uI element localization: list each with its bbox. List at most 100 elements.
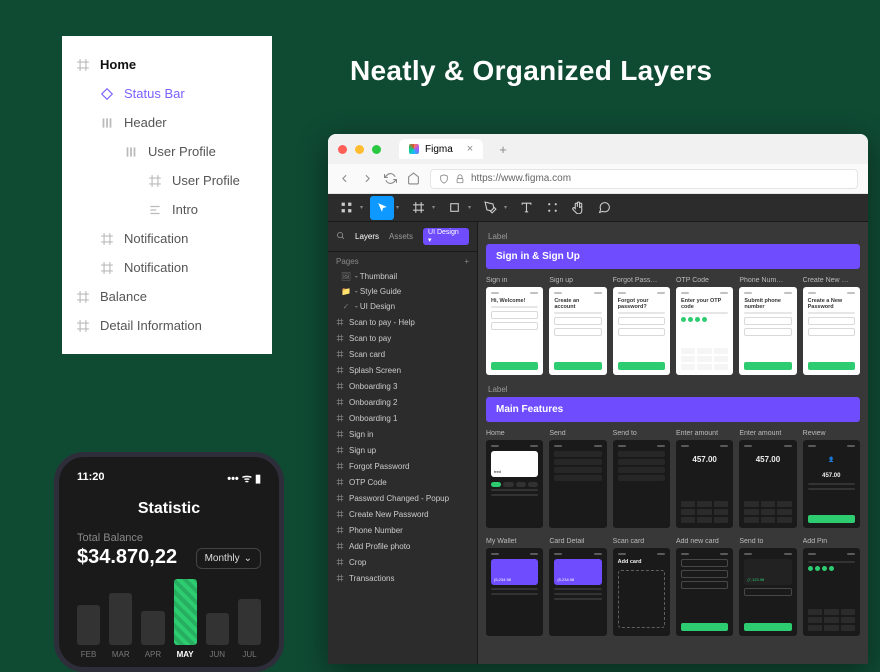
url-input[interactable]: https://www.figma.com [430,169,858,189]
menu-tool[interactable] [334,196,358,220]
reload-icon[interactable] [384,172,397,185]
layer-row[interactable]: Home [62,50,272,79]
page-icon: 🖼 [342,273,350,281]
frame-label: Create New Password [349,510,429,519]
frame-tool[interactable] [406,196,430,220]
page-item[interactable]: ✓- UI Design [328,299,477,314]
window-close-icon[interactable] [338,145,347,154]
search-icon[interactable] [336,231,345,242]
artboard[interactable] [613,440,670,528]
layer-row[interactable]: User Profile [62,166,272,195]
layer-row[interactable]: User Profile [62,137,272,166]
artboard[interactable]: 457.00 [739,440,796,528]
frame-title: Scan card [613,538,670,545]
artboard[interactable]: Enter your OTP code [676,287,733,375]
browser-tab[interactable]: Figma × [399,139,483,159]
section-header: Sign in & Sign Up [486,244,860,269]
frame-icon [336,558,344,566]
artboard[interactable]: (5,234.98 [549,548,606,636]
url-text: https://www.figma.com [471,173,571,184]
artboard[interactable]: Forgot your password? [613,287,670,375]
pen-tool[interactable] [478,196,502,220]
chevron-down-icon: ⌄ [244,553,252,564]
back-icon[interactable] [338,172,351,185]
layer-row[interactable]: Notification [62,224,272,253]
layer-row[interactable]: Detail Information [62,311,272,340]
frame-item[interactable]: Sign up [328,442,477,458]
home-icon[interactable] [407,172,420,185]
frame-item[interactable]: Scan to pay [328,330,477,346]
frame-item[interactable]: Scan to pay - Help [328,314,477,330]
frame-icon [336,382,344,390]
layer-row[interactable]: Intro [62,195,272,224]
frame-item[interactable]: Transactions [328,570,477,586]
artboard[interactable]: tred [486,440,543,528]
frame-item[interactable]: Onboarding 1 [328,410,477,426]
frame-title: Review [803,430,860,437]
text-tool[interactable] [514,196,538,220]
frame-icon [336,478,344,486]
layers-tab[interactable]: Layers [355,232,379,241]
frame-title: Send to [739,538,796,545]
bar-col: MAR [109,593,132,659]
close-tab-icon[interactable]: × [467,143,473,155]
artboard[interactable]: (5,234.98 [486,548,543,636]
window-minimize-icon[interactable] [355,145,364,154]
bar [206,613,229,645]
page-item[interactable]: 🖼 - Thumbnail [328,269,477,284]
pages-label: Pages [336,257,359,266]
page-label: - UI Design [355,302,395,311]
frame-item[interactable]: Forgot Password [328,458,477,474]
comment-tool[interactable] [592,196,616,220]
period-dropdown[interactable]: Monthly ⌄ [196,548,261,569]
artboard[interactable]: Hi, Welcome! [486,287,543,375]
artboard[interactable]: Create an account [549,287,606,375]
artboard[interactable]: Submit phone number [739,287,796,375]
artboard[interactable]: (7,123.98 [739,548,796,636]
artboard[interactable] [549,440,606,528]
frame-item[interactable]: Phone Number [328,522,477,538]
artboard[interactable]: 👤457.00 [803,440,860,528]
artboard[interactable]: Create a New Password [803,287,860,375]
frame-item[interactable]: Onboarding 3 [328,378,477,394]
frame-label: Phone Number [349,526,403,535]
lock-icon [455,174,465,184]
frame-item[interactable]: Onboarding 2 [328,394,477,410]
hand-tool[interactable] [566,196,590,220]
window-zoom-icon[interactable] [372,145,381,154]
frame-title: Enter amount [676,430,733,437]
frame-item[interactable]: Scan card [328,346,477,362]
artboard[interactable] [676,548,733,636]
layer-label: User Profile [148,144,216,159]
balance-value: $34.870,22 [77,546,177,569]
frame-label: OTP Code [349,478,387,487]
frame-item[interactable]: OTP Code [328,474,477,490]
layer-row[interactable]: Status Bar [62,79,272,108]
layer-row[interactable]: Balance [62,282,272,311]
frame-item[interactable]: Splash Screen [328,362,477,378]
layer-row[interactable]: Header [62,108,272,137]
phone-time: 11:20 [77,471,105,486]
frame-item[interactable]: Password Changed - Popup [328,490,477,506]
frame-item[interactable]: Sign in [328,426,477,442]
new-tab-button[interactable]: + [499,142,507,157]
frame-item[interactable]: Crop [328,554,477,570]
add-page-button[interactable]: + [464,257,469,266]
artboard[interactable]: Add card [613,548,670,636]
shape-tool[interactable] [442,196,466,220]
frame-item[interactable]: Create New Password [328,506,477,522]
forward-icon[interactable] [361,172,374,185]
page-item[interactable]: 📁- Style Guide [328,284,477,299]
page-label: - Thumbnail [355,272,397,281]
page-dropdown[interactable]: UI Design ▾ [423,228,469,245]
assets-tab[interactable]: Assets [389,232,413,241]
figma-canvas[interactable]: LabelSign in & Sign UpSign inHi, Welcome… [478,222,868,664]
resources-tool[interactable] [540,196,564,220]
artboard[interactable] [803,548,860,636]
frame-item[interactable]: Add Profile photo [328,538,477,554]
page-icon: 📁 [342,288,350,296]
lines-icon [148,203,162,217]
move-tool[interactable] [370,196,394,220]
artboard[interactable]: 457.00 [676,440,733,528]
layer-row[interactable]: Notification [62,253,272,282]
